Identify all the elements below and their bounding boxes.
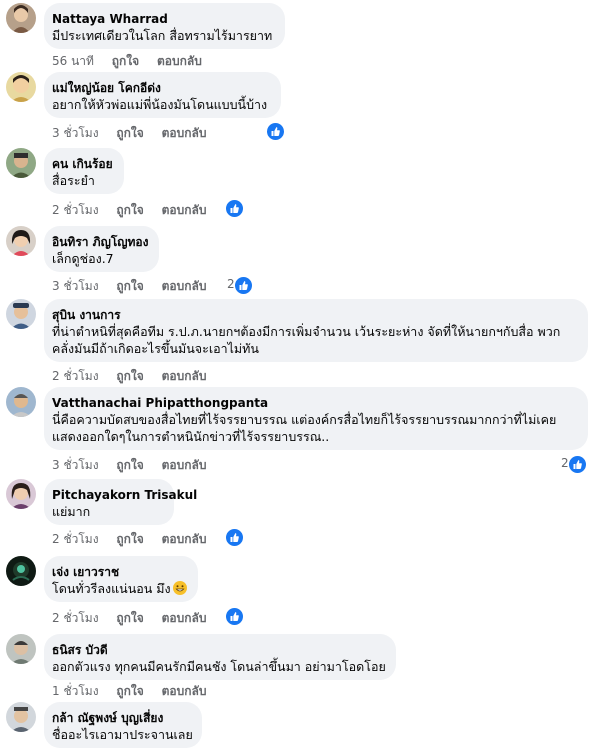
comment-bubble: สุบิน งานการ ที่น่าตำหนิที่สุดคือทีม ร.ป… (44, 299, 588, 362)
comment-meta: 3 ชั่วโมง ถูกใจ ตอบกลับ (52, 124, 220, 143)
like-action[interactable]: ถูกใจ (116, 369, 143, 383)
comment-bubble: เจ่ง เยาวราช โดนทั่วรีลงแน่นอน มึง (44, 556, 198, 602)
comment-time[interactable]: 3 ชั่วโมง (52, 126, 99, 140)
comment-bubble: กล้า ณัฐพงษ์ บุญเสี่ยง ชื่ออะไรเอามาประจ… (44, 702, 202, 748)
avatar[interactable] (6, 387, 36, 417)
comment-text-content: โดนทั่วรีลงแน่นอน มึง (52, 581, 171, 596)
comment-bubble: ธนิสร บัวดี ออกตัวแรง ทุกคนมีคนรักมีคนชั… (44, 634, 396, 680)
reply-action[interactable]: ตอบกลับ (162, 684, 207, 698)
comment-bubble: แม่ใหญ่น้อย โคกอีด่ง อยากให้หัวพ่อแม่พี่… (44, 72, 281, 118)
like-reaction-icon[interactable] (266, 122, 285, 141)
comment-author[interactable]: เจ่ง เยาวราช (52, 564, 188, 580)
avatar[interactable] (6, 556, 36, 586)
comment-bubble: Pitchayakorn Trisakul แย่มาก (44, 479, 197, 525)
reply-action[interactable]: ตอบกลับ (162, 126, 207, 140)
reply-action[interactable]: ตอบกลับ (162, 279, 207, 293)
comment-author[interactable]: คน เกินร้อย (52, 156, 114, 172)
comment-meta: 3 ชั่วโมง ถูกใจ ตอบกลับ (52, 277, 220, 296)
like-action[interactable]: ถูกใจ (116, 684, 143, 698)
comment-text: ชื่ออะไรเอามาประจานเลย (52, 727, 193, 742)
comment-meta: 2 ชั่วโมง ถูกใจ ตอบกลับ (52, 609, 220, 628)
like-action[interactable]: ถูกใจ (116, 532, 143, 546)
comment-text: โดนทั่วรีลงแน่นอน มึง (52, 580, 188, 597)
comment-text: อยากให้หัวพ่อแม่พี่น้องมันโดนแบบนี้บ้าง (52, 97, 268, 112)
comment-meta: 56 นาที ถูกใจ ตอบกลับ (52, 52, 216, 71)
reply-action[interactable]: ตอบกลับ (162, 203, 207, 217)
reply-action[interactable]: ตอบกลับ (162, 532, 207, 546)
comment-author[interactable]: กล้า ณัฐพงษ์ บุญเสี่ยง (52, 710, 192, 726)
comment-time[interactable]: 1 ชั่วโมง (52, 684, 99, 698)
comment-text: เล็กดูช่อง.7 (52, 251, 114, 266)
comment-time[interactable]: 2 ชั่วโมง (52, 611, 99, 625)
like-reaction-icon[interactable] (225, 199, 244, 218)
like-action[interactable]: ถูกใจ (116, 458, 143, 472)
comment-text: มีประเทศเดียวในโลก สื่อทรามไร้มารยาท (52, 28, 273, 43)
comment-time[interactable]: 2 ชั่วโมง (52, 369, 99, 383)
comment-text: คลั่งมันมีถ้าเกิดอะไรขึ้นมันจะเอาไม่ทัน (52, 341, 259, 356)
avatar[interactable] (6, 634, 36, 664)
like-reaction-icon[interactable] (568, 455, 587, 474)
reply-action[interactable]: ตอบกลับ (162, 369, 207, 383)
avatar[interactable] (6, 72, 36, 102)
like-reaction-icon[interactable] (225, 607, 244, 626)
comment-author[interactable]: Nattaya Wharrad (52, 11, 275, 27)
like-reaction-icon[interactable] (234, 276, 253, 295)
comment-text: นี่คือความบัดสบของสื่อไทยที่ไร้จรรยาบรรณ… (52, 412, 557, 427)
comment-meta: 3 ชั่วโมง ถูกใจ ตอบกลับ (52, 456, 220, 475)
comment-text: แสดงออกใดๆในการตำหนินักข่าวที่ไร้จรรยาบร… (52, 429, 330, 444)
comment-time[interactable]: 3 ชั่วโมง (52, 279, 99, 293)
comment-text: ออกตัวแรง ทุกคนมีคนรักมีคนชัง โดนล่าขึ้น… (52, 659, 386, 674)
avatar[interactable] (6, 702, 36, 732)
grinning-face-emoji-icon (172, 581, 187, 595)
comment-bubble: Vatthanachai Phipatthongpanta นี่คือความ… (44, 387, 588, 450)
like-action[interactable]: ถูกใจ (116, 611, 143, 625)
avatar[interactable] (6, 479, 36, 509)
like-action[interactable]: ถูกใจ (116, 203, 143, 217)
comment-author[interactable]: ธนิสร บัวดี (52, 642, 386, 658)
reply-action[interactable]: ตอบกลับ (162, 458, 207, 472)
comment-author[interactable]: Vatthanachai Phipatthongpanta (52, 395, 578, 411)
comment-bubble: อินทิรา ภิญโญทอง เล็กดูช่อง.7 (44, 226, 159, 272)
comment-time[interactable]: 56 นาที (52, 54, 94, 68)
comment-text: ที่น่าตำหนิที่สุดคือทีม ร.ป.ภ.นายกฯต้องม… (52, 324, 561, 339)
comment-time[interactable]: 2 ชั่วโมง (52, 203, 99, 217)
comment-time[interactable]: 3 ชั่วโมง (52, 458, 99, 472)
like-action[interactable]: ถูกใจ (116, 279, 143, 293)
avatar[interactable] (6, 3, 36, 33)
comment-bubble: Nattaya Wharrad มีประเทศเดียวในโลก สื่อท… (44, 3, 285, 49)
reply-action[interactable]: ตอบกลับ (162, 611, 207, 625)
comment-time[interactable]: 2 ชั่วโมง (52, 532, 99, 546)
like-action[interactable]: ถูกใจ (116, 126, 143, 140)
comment-bubble: คน เกินร้อย สื่อระยำ (44, 148, 124, 194)
comment-meta: 2 ชั่วโมง ถูกใจ ตอบกลับ (52, 201, 220, 220)
comment-meta: 2 ชั่วโมง ถูกใจ ตอบกลับ (52, 367, 220, 386)
avatar[interactable] (6, 226, 36, 256)
comment-meta: 2 ชั่วโมง ถูกใจ ตอบกลับ (52, 530, 220, 549)
comment-author[interactable]: Pitchayakorn Trisakul (52, 487, 197, 503)
like-reaction-icon[interactable] (225, 528, 244, 547)
comment-text: สื่อระยำ (52, 173, 95, 188)
comment-author[interactable]: อินทิรา ภิญโญทอง (52, 234, 149, 250)
reply-action[interactable]: ตอบกลับ (157, 54, 202, 68)
comment-author[interactable]: สุบิน งานการ (52, 307, 578, 323)
comment-author[interactable]: แม่ใหญ่น้อย โคกอีด่ง (52, 80, 271, 96)
avatar[interactable] (6, 148, 36, 178)
avatar[interactable] (6, 299, 36, 329)
like-action[interactable]: ถูกใจ (112, 54, 139, 68)
comment-meta: 1 ชั่วโมง ถูกใจ ตอบกลับ (52, 682, 220, 701)
comment-text: แย่มาก (52, 504, 91, 519)
